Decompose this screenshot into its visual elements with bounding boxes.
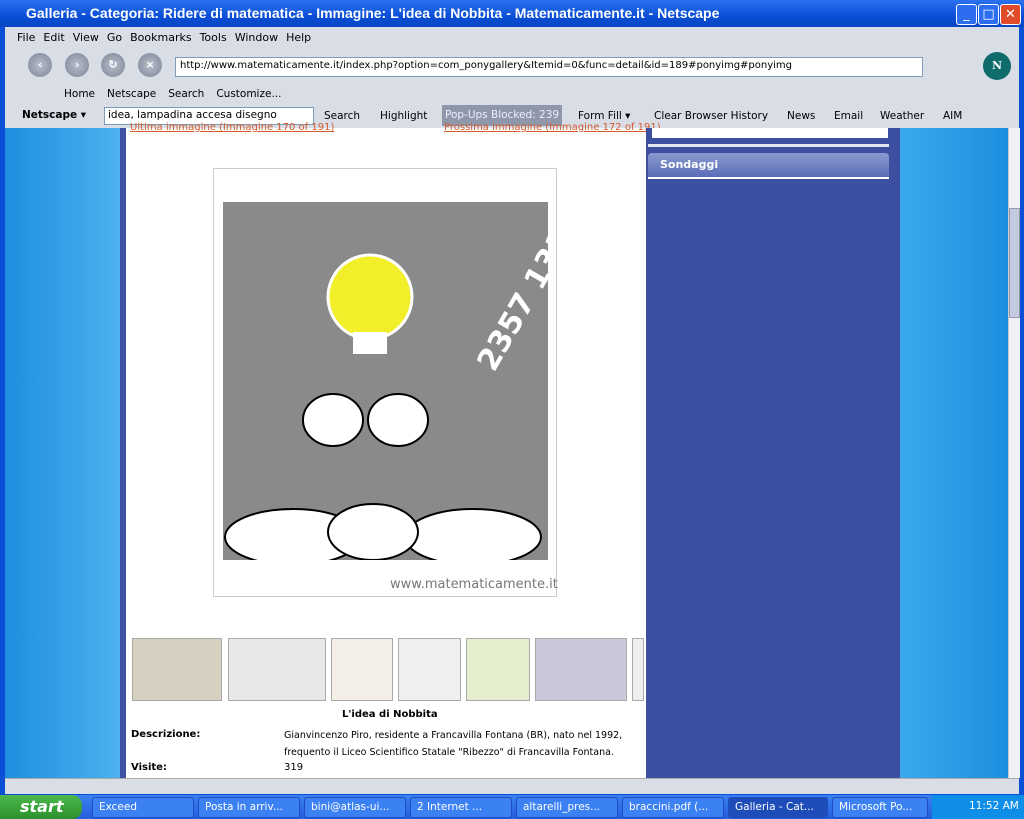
home-button[interactable]: Home [64,88,95,100]
prev-image-link[interactable]: Ultima immagine (Immagine 170 of 191) [130,122,334,133]
window-title: Galleria - Categoria: Ridere di matemati… [26,5,720,21]
url-text: http://www.matematicamente.it/index.php?… [180,60,793,71]
sidebar [646,128,900,778]
netscape-logo-icon: N [983,52,1011,80]
menu-bar: File Edit View Go Bookmarks Tools Window Help [17,31,319,44]
watermark-text: www.matematicamente.it [390,577,558,592]
netscape-menu-button[interactable]: Netscape ▾ [22,109,86,121]
menu-bookmarks[interactable]: Bookmarks [130,31,191,44]
aim-button[interactable]: AIM [943,110,962,122]
thumbnail[interactable] [132,638,222,701]
sidebar-box [652,128,888,138]
task-posta[interactable]: Posta in arriv... [198,797,300,818]
clock: 11:52 AM [969,800,1019,812]
cartoon-image[interactable]: 2357 1316 [223,202,590,566]
close-button[interactable]: ✕ [1000,4,1021,25]
cartoon-drawing: 2357 1316 [224,206,590,566]
menu-window[interactable]: Window [235,31,278,44]
menu-file[interactable]: File [17,31,35,44]
url-field[interactable]: http://www.matematicamente.it/index.php?… [175,57,923,77]
thumbnail[interactable] [632,638,644,701]
menu-view[interactable]: View [73,31,99,44]
description-label: Descrizione: [131,729,201,740]
netscape-button[interactable]: Netscape [107,88,156,100]
divider [648,144,889,147]
system-tray: 11:52 AM [932,795,1024,819]
task-bini[interactable]: bini@atlas-ui... [304,797,406,818]
thumbnail[interactable] [398,638,461,701]
maximize-button[interactable]: □ [978,4,999,25]
customize-button[interactable]: Customize... [216,88,281,100]
description-text: Gianvincenzo Piro, residente a Francavil… [284,730,623,758]
personal-toolbar: Home Netscape Search Customize... [64,88,281,100]
task-galleria[interactable]: Galleria - Cat... [728,797,828,818]
task-braccini[interactable]: braccini.pdf (... [622,797,724,818]
highlight-button[interactable]: Highlight [380,110,427,122]
vertical-scrollbar[interactable] [1008,128,1020,778]
page-background-right [900,128,1008,778]
svg-text:2357 1316: 2357 1316 [471,206,548,377]
task-altarelli[interactable]: altarelli_pres... [516,797,618,818]
start-button[interactable]: start [0,795,82,819]
next-image-link[interactable]: Prossima immagine (Immagine 172 of 191) [444,122,661,133]
forward-icon[interactable]: › [65,53,89,77]
clear-history-button[interactable]: Clear Browser History [654,110,768,122]
stop-icon[interactable]: × [138,53,162,77]
form-fill-button[interactable]: Form Fill ▾ [578,110,630,122]
task-internet[interactable]: 2 Internet ... [410,797,512,818]
visits-label: Visite: [131,762,167,773]
thumbnail[interactable] [535,638,627,701]
title-bar: Galleria - Categoria: Ridere di matemati… [0,0,1024,27]
menu-edit[interactable]: Edit [43,31,64,44]
toolbar-search-button[interactable]: Search [324,110,360,122]
weather-button[interactable]: Weather [880,110,924,122]
minimize-button[interactable]: _ [956,4,977,25]
search-button[interactable]: Search [168,88,204,100]
reload-icon[interactable]: ↻ [101,53,125,77]
menu-go[interactable]: Go [107,31,122,44]
visits-count: 319 [284,762,304,773]
sondaggi-header[interactable]: Sondaggi [648,153,889,179]
thumbnail[interactable] [228,638,326,701]
menu-tools[interactable]: Tools [200,31,227,44]
news-button[interactable]: News [787,110,815,122]
back-icon[interactable]: ‹ [28,53,52,77]
task-exceed[interactable]: Exceed [92,797,194,818]
page-background-left [5,128,120,778]
email-button[interactable]: Email [834,110,863,122]
menu-help[interactable]: Help [286,31,311,44]
thumbnail[interactable] [331,638,393,701]
task-powerpoint[interactable]: Microsoft Po... [832,797,928,818]
thumbnail[interactable] [466,638,530,701]
image-title: L'idea di Nobbita [342,709,438,720]
status-bar [5,778,1019,794]
